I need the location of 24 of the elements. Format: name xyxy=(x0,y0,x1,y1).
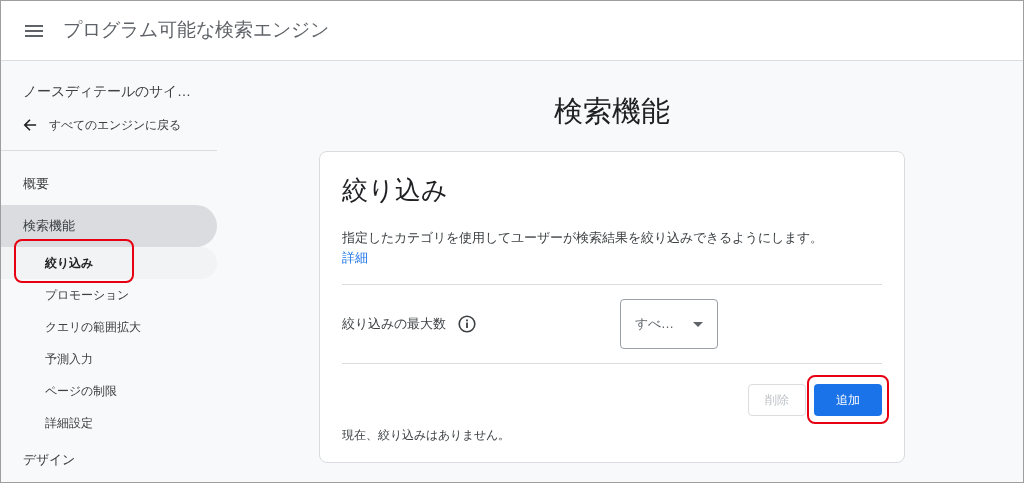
action-button[interactable]: 追加 xyxy=(814,384,882,416)
empty-message: 現在、絞り込みはありません。 xyxy=(342,427,511,444)
nav-subitem[interactable]: クエリの範囲拡大 xyxy=(1,311,217,343)
dropdown[interactable]: すべ… xyxy=(620,299,718,349)
card-title: 絞り込み xyxy=(342,174,449,207)
nav-subitem[interactable]: 絞り込み xyxy=(1,247,217,279)
nav-subitem[interactable]: 詳細設定 xyxy=(1,407,217,439)
back-arrow-icon xyxy=(23,118,37,132)
app-title: プログラム可能な検索エンジン xyxy=(63,18,329,43)
nav-item[interactable]: 検索機能 xyxy=(1,205,217,247)
details-link[interactable]: 詳細 xyxy=(342,248,368,268)
info-icon[interactable] xyxy=(458,315,476,333)
nav-subitem[interactable]: ページの制限 xyxy=(1,375,217,407)
engine-name: ノースディテールのサイ… xyxy=(22,82,192,101)
nav-subitem[interactable]: プロモーション xyxy=(1,279,217,311)
nav-subitem[interactable]: 予測入力 xyxy=(1,343,217,375)
nav-item[interactable]: 概要 xyxy=(1,163,217,205)
setting-label: 絞り込みの最大数 xyxy=(342,315,446,334)
nav-item[interactable]: デザイン xyxy=(1,439,217,481)
description-text: 指定したカテゴリを使用してユーザーが検索結果を絞り込みできるようにします。 xyxy=(342,229,824,247)
back-link[interactable]: すべてのエンジンに戻る xyxy=(1,116,217,134)
menu-icon[interactable] xyxy=(25,24,43,37)
page-title: 検索機能 xyxy=(554,94,670,129)
dropdown-caret-icon xyxy=(693,321,703,327)
